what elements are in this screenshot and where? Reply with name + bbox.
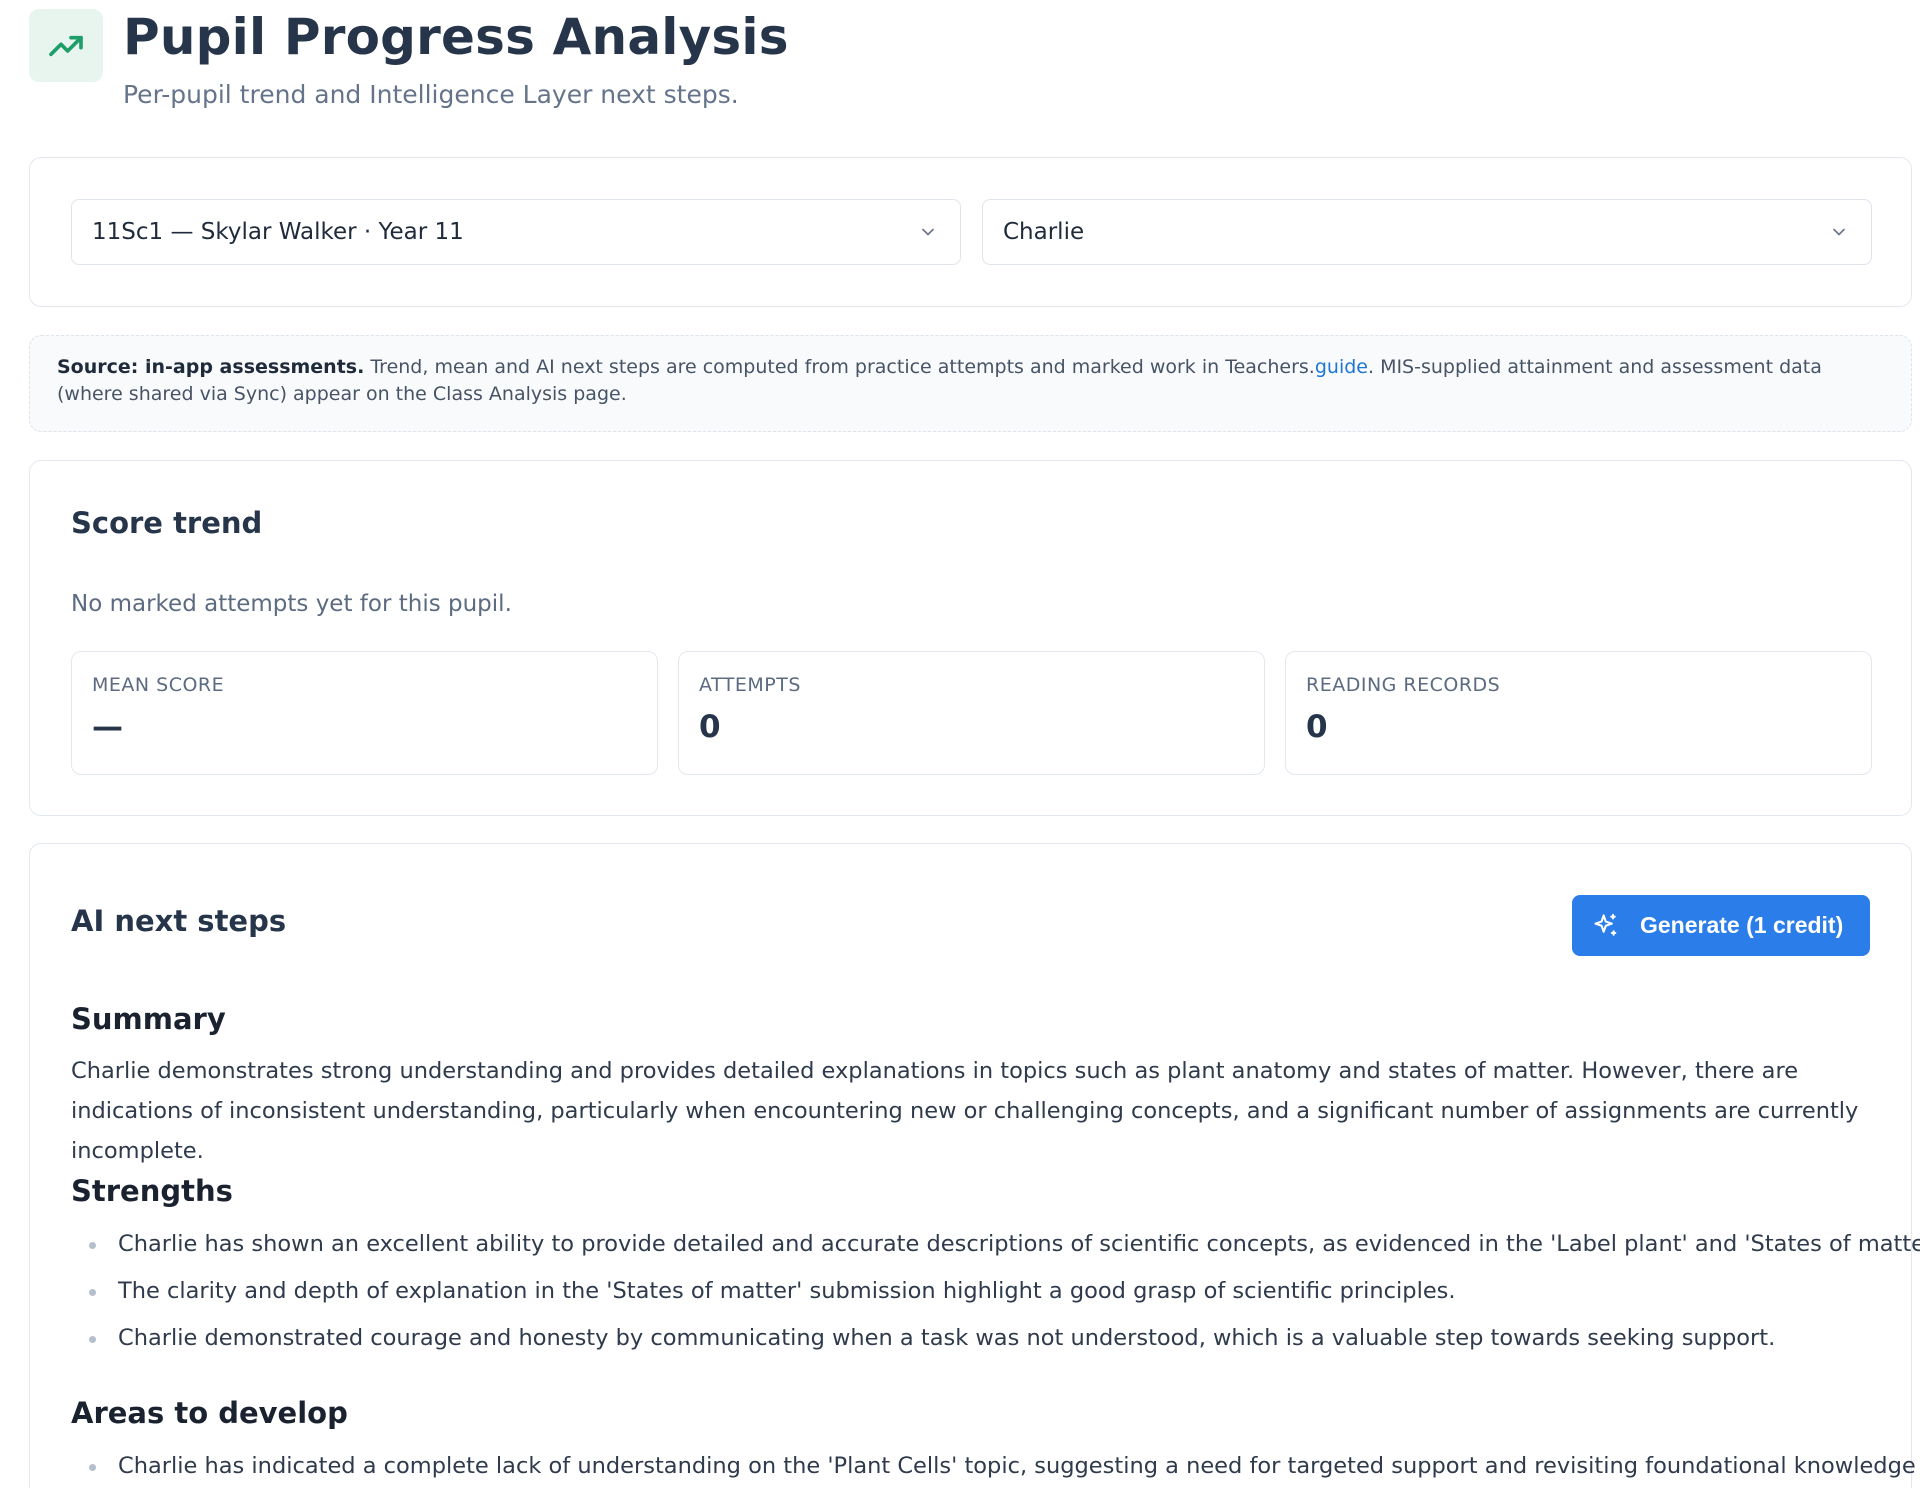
- areas-list: Charlie has indicated a complete lack of…: [71, 1451, 1920, 1481]
- ai-next-steps-content: Summary Charlie demonstrates strong unde…: [71, 999, 1920, 1488]
- strengths-list: Charlie has shown an excellent ability t…: [71, 1229, 1920, 1353]
- guide-link[interactable]: guide: [1315, 356, 1368, 378]
- source-note: Source: in-app assessments. Trend, mean …: [29, 335, 1912, 432]
- stat-value: 0: [1306, 709, 1328, 745]
- source-label: Source: in-app assessments.: [57, 356, 365, 378]
- stat-reading-records: READING RECORDS 0: [1285, 651, 1872, 775]
- stat-value: 0: [699, 709, 721, 745]
- trending-up-icon: [29, 9, 103, 82]
- stat-attempts: ATTEMPTS 0: [678, 651, 1265, 775]
- page-title: Pupil Progress Analysis: [123, 8, 789, 66]
- list-item: The clarity and depth of explanation in …: [71, 1276, 1871, 1306]
- pupil-select[interactable]: Charlie: [982, 199, 1872, 265]
- source-text-before-link: Trend, mean and AI next steps are comput…: [364, 356, 1315, 378]
- chevron-down-icon: [918, 222, 938, 242]
- areas-heading: Areas to develop: [71, 1396, 348, 1430]
- generate-button-label: Generate (1 credit): [1640, 912, 1844, 938]
- summary-heading: Summary: [71, 1002, 226, 1036]
- score-trend-title: Score trend: [71, 506, 263, 540]
- summary-text: Charlie demonstrates strong understandin…: [71, 1058, 1859, 1164]
- class-select[interactable]: 11Sc1 — Skylar Walker · Year 11: [71, 199, 961, 265]
- chevron-down-icon: [1829, 222, 1849, 242]
- ai-next-steps-card: AI next steps Generate (1 credit) Summar…: [29, 843, 1920, 1488]
- stat-value: —: [92, 709, 123, 745]
- sparkles-icon: [1592, 912, 1620, 940]
- pupil-select-value: Charlie: [1003, 219, 1085, 245]
- page-subtitle: Per-pupil trend and Intelligence Layer n…: [123, 80, 739, 109]
- stat-label: READING RECORDS: [1306, 674, 1501, 696]
- score-trend-card: Score trend No marked attempts yet for t…: [29, 460, 1912, 816]
- stat-label: ATTEMPTS: [699, 674, 801, 696]
- selector-card: 11Sc1 — Skylar Walker · Year 11 Charlie: [29, 157, 1912, 307]
- stat-mean-score: MEAN SCORE —: [71, 651, 658, 775]
- generate-button[interactable]: Generate (1 credit): [1572, 895, 1870, 956]
- strengths-heading: Strengths: [71, 1174, 233, 1208]
- page-header: Pupil Progress Analysis Per-pupil trend …: [29, 0, 1912, 157]
- empty-state-message: No marked attempts yet for this pupil.: [71, 591, 512, 617]
- list-item: Charlie has indicated a complete lack of…: [71, 1451, 1920, 1481]
- list-item: Charlie demonstrated courage and honesty…: [71, 1323, 1871, 1353]
- ai-next-steps-title: AI next steps: [71, 904, 287, 938]
- pupil-progress-page: Pupil Progress Analysis Per-pupil trend …: [0, 0, 1920, 1488]
- stat-label: MEAN SCORE: [92, 674, 225, 696]
- class-select-value: 11Sc1 — Skylar Walker · Year 11: [92, 219, 464, 245]
- list-item: Charlie has shown an excellent ability t…: [71, 1229, 1920, 1259]
